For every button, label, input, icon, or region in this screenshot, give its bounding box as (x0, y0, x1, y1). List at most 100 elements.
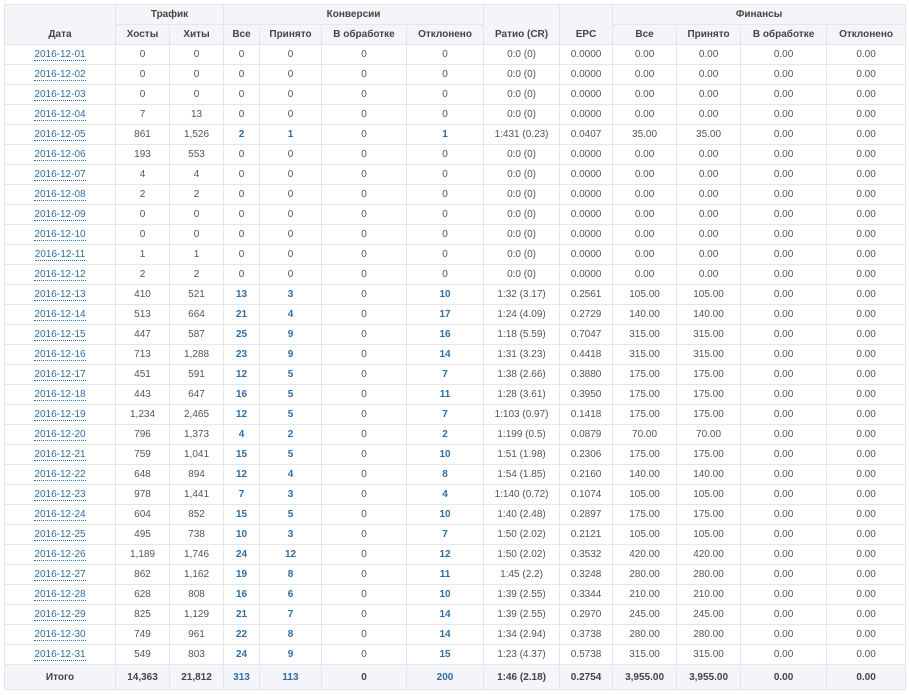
cell-conversions-all[interactable]: 24 (223, 544, 260, 565)
date-link[interactable]: 2016-12-09 (34, 209, 86, 221)
cell-conversions-accepted[interactable]: 9 (259, 644, 322, 665)
cell-conversions-all[interactable]: 12 (223, 464, 260, 485)
date-link[interactable]: 2016-12-23 (34, 489, 86, 501)
column-header-date[interactable]: Дата (4, 4, 116, 45)
cell-conversions-rejected[interactable]: 15 (405, 644, 485, 665)
cell-conversions-accepted[interactable]: 5 (259, 444, 322, 465)
cell-conversions-accepted[interactable]: 9 (259, 324, 322, 345)
cell-conversions-rejected[interactable]: 17 (405, 304, 485, 325)
cell-conversions-all[interactable]: 7 (223, 484, 260, 505)
date-link[interactable]: 2016-12-11 (34, 249, 86, 261)
date-link[interactable]: 2016-12-20 (34, 429, 86, 441)
cell-conversions-all[interactable]: 21 (223, 604, 260, 625)
column-header-conversions-all[interactable]: Все (223, 24, 260, 45)
date-link[interactable]: 2016-12-17 (34, 369, 86, 381)
cell-conversions-rejected[interactable]: 4 (405, 484, 485, 505)
cell-conversions-accepted[interactable]: 4 (259, 304, 322, 325)
date-link[interactable]: 2016-12-12 (34, 269, 86, 281)
cell-conversions-rejected[interactable]: 7 (405, 364, 485, 385)
cell-conversions-accepted[interactable]: 8 (259, 564, 322, 585)
cell-conversions-all[interactable]: 15 (223, 444, 260, 465)
cell-conversions-rejected[interactable]: 12 (405, 544, 485, 565)
cell-conversions-rejected[interactable]: 8 (405, 464, 485, 485)
cell-conversions-all[interactable]: 16 (223, 384, 260, 405)
date-link[interactable]: 2016-12-29 (34, 609, 86, 621)
cell-conversions-all[interactable]: 16 (223, 584, 260, 605)
date-link[interactable]: 2016-12-22 (34, 469, 86, 481)
cell-conversions-rejected[interactable]: 11 (405, 564, 485, 585)
date-link[interactable]: 2016-12-25 (34, 529, 86, 541)
cell-conversions-rejected[interactable]: 7 (405, 404, 485, 425)
date-link[interactable]: 2016-12-26 (34, 549, 86, 561)
total-conversions-accepted[interactable]: 113 (259, 664, 322, 690)
date-link[interactable]: 2016-12-31 (34, 649, 86, 661)
date-link[interactable]: 2016-12-19 (34, 409, 86, 421)
cell-conversions-all[interactable]: 21 (223, 304, 260, 325)
column-header-conversions-rejected[interactable]: Отклонено (405, 24, 485, 45)
cell-conversions-accepted[interactable]: 3 (259, 524, 322, 545)
cell-conversions-rejected[interactable]: 10 (405, 284, 485, 305)
cell-conversions-rejected[interactable]: 11 (405, 384, 485, 405)
date-link[interactable]: 2016-12-10 (34, 229, 86, 241)
column-header-finance-accepted[interactable]: Принято (676, 24, 742, 45)
cell-conversions-accepted[interactable]: 3 (259, 284, 322, 305)
cell-conversions-all[interactable]: 2 (223, 124, 260, 145)
cell-conversions-all[interactable]: 24 (223, 644, 260, 665)
cell-conversions-accepted[interactable]: 9 (259, 344, 322, 365)
date-link[interactable]: 2016-12-27 (34, 569, 86, 581)
column-header-ratio[interactable]: Ратио (CR) (483, 4, 561, 45)
cell-conversions-accepted[interactable]: 4 (259, 464, 322, 485)
column-header-finance-rejected[interactable]: Отклонено (826, 24, 907, 45)
cell-conversions-all[interactable]: 22 (223, 624, 260, 645)
date-link[interactable]: 2016-12-15 (34, 329, 86, 341)
cell-conversions-accepted[interactable]: 7 (259, 604, 322, 625)
cell-conversions-accepted[interactable]: 5 (259, 384, 322, 405)
cell-conversions-all[interactable]: 4 (223, 424, 260, 445)
cell-conversions-accepted[interactable]: 2 (259, 424, 322, 445)
cell-conversions-rejected[interactable]: 2 (405, 424, 485, 445)
cell-conversions-all[interactable]: 25 (223, 324, 260, 345)
date-link[interactable]: 2016-12-06 (34, 149, 86, 161)
cell-conversions-rejected[interactable]: 14 (405, 344, 485, 365)
column-header-conversions-processing[interactable]: В обработке (321, 24, 407, 45)
cell-conversions-accepted[interactable]: 6 (259, 584, 322, 605)
cell-conversions-rejected[interactable]: 14 (405, 624, 485, 645)
total-conversions-rejected[interactable]: 200 (405, 664, 485, 690)
date-link[interactable]: 2016-12-18 (34, 389, 86, 401)
date-link[interactable]: 2016-12-14 (34, 309, 86, 321)
cell-conversions-all[interactable]: 19 (223, 564, 260, 585)
date-link[interactable]: 2016-12-13 (34, 289, 86, 301)
column-header-finance-all[interactable]: Все (612, 24, 678, 45)
cell-conversions-rejected[interactable]: 16 (405, 324, 485, 345)
cell-conversions-rejected[interactable]: 10 (405, 444, 485, 465)
column-header-conversions-accepted[interactable]: Принято (259, 24, 322, 45)
cell-conversions-accepted[interactable]: 5 (259, 504, 322, 525)
date-link[interactable]: 2016-12-03 (34, 89, 86, 101)
cell-conversions-all[interactable]: 12 (223, 404, 260, 425)
cell-conversions-rejected[interactable]: 10 (405, 584, 485, 605)
cell-conversions-accepted[interactable]: 8 (259, 624, 322, 645)
date-link[interactable]: 2016-12-05 (34, 129, 86, 141)
cell-conversions-accepted[interactable]: 3 (259, 484, 322, 505)
date-link[interactable]: 2016-12-02 (34, 69, 86, 81)
date-link[interactable]: 2016-12-04 (34, 109, 86, 121)
date-link[interactable]: 2016-12-08 (34, 189, 86, 201)
date-link[interactable]: 2016-12-01 (34, 49, 86, 61)
total-conversions-all[interactable]: 313 (223, 664, 260, 690)
cell-conversions-all[interactable]: 10 (223, 524, 260, 545)
column-header-epc[interactable]: EPC (559, 4, 614, 45)
date-link[interactable]: 2016-12-07 (34, 169, 86, 181)
column-header-finance-processing[interactable]: В обработке (740, 24, 828, 45)
column-header-hosts[interactable]: Хосты (115, 24, 170, 45)
cell-conversions-rejected[interactable]: 7 (405, 524, 485, 545)
column-header-hits[interactable]: Хиты (169, 24, 224, 45)
date-link[interactable]: 2016-12-30 (34, 629, 86, 641)
cell-conversions-rejected[interactable]: 10 (405, 504, 485, 525)
cell-conversions-all[interactable]: 13 (223, 284, 260, 305)
cell-conversions-all[interactable]: 23 (223, 344, 260, 365)
cell-conversions-accepted[interactable]: 5 (259, 364, 322, 385)
date-link[interactable]: 2016-12-21 (34, 449, 86, 461)
cell-conversions-all[interactable]: 12 (223, 364, 260, 385)
cell-conversions-rejected[interactable]: 1 (405, 124, 485, 145)
cell-conversions-all[interactable]: 15 (223, 504, 260, 525)
